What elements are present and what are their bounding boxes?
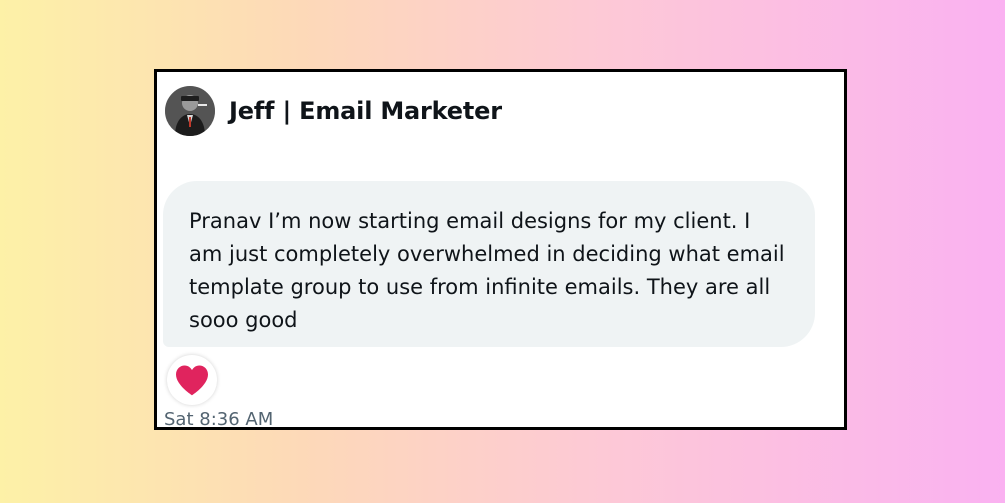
heart-icon [176, 365, 208, 396]
heart-reaction[interactable] [167, 355, 217, 405]
avatar-image [165, 86, 215, 136]
message-card: Jeff | Email Marketer Pranav I’m now sta… [154, 69, 847, 430]
message-bubble: Pranav I’m now starting email designs fo… [163, 181, 815, 347]
sender-name[interactable]: Jeff | Email Marketer [229, 97, 502, 125]
message-header: Jeff | Email Marketer [165, 86, 502, 136]
message-text: Pranav I’m now starting email designs fo… [189, 209, 785, 332]
avatar[interactable] [165, 86, 215, 136]
message-timestamp: Sat 8:36 AM [164, 409, 274, 430]
